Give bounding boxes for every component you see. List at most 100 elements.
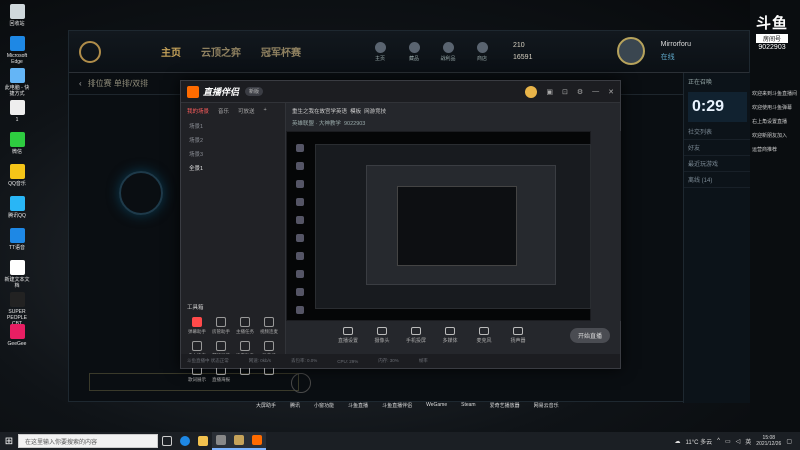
notification-icon[interactable]: ▢ <box>786 438 792 445</box>
ime-indicator[interactable]: 英 <box>745 437 751 446</box>
desktop-icon[interactable]: Microsoft Edge <box>3 36 31 65</box>
stream-title[interactable]: 重生之我在故宫学英语 <box>292 109 347 115</box>
add-scene-icon[interactable]: + <box>264 107 267 115</box>
phone-icon <box>411 326 421 335</box>
tool-label: 歌词展示 <box>188 377 206 382</box>
room-line: 英雄联盟 · 大神教学 <box>292 121 341 127</box>
scene-item-active[interactable]: 全景1 <box>181 161 285 175</box>
scene-item[interactable]: 场景2 <box>181 133 285 147</box>
lol-nav-home[interactable]: 主页 <box>369 41 391 62</box>
minimize-icon[interactable]: — <box>592 88 599 95</box>
shortcut-label[interactable]: 爱奇艺播放器 <box>490 402 520 409</box>
lol-taskbar-icon[interactable] <box>230 432 248 450</box>
desktop-icon[interactable]: 回收站 <box>3 4 31 27</box>
start-stream-button[interactable]: 开始直播 <box>569 327 610 343</box>
lol-nav-loot[interactable]: 战利品 <box>437 41 459 62</box>
desktop-icon[interactable]: 新建文本文档 <box>3 260 31 289</box>
desktop-icon[interactable]: QQ音乐 <box>3 164 31 187</box>
taskview-icon[interactable] <box>158 432 176 450</box>
stream-category[interactable]: 网游竞技 <box>364 109 386 115</box>
phone-cast-button[interactable]: 手机投屏 <box>404 326 428 344</box>
lol-user[interactable]: Mirrorforu 在线 <box>661 41 691 62</box>
toolbox-item[interactable]: 视频连麦 <box>257 317 281 335</box>
avatar[interactable] <box>525 85 538 98</box>
shortcut-label[interactable]: 小窗功能 <box>314 402 334 409</box>
windows-start-icon[interactable]: ⊞ <box>0 432 18 450</box>
queue-status-label: 正在召唤 <box>688 80 713 86</box>
desktop-icon[interactable]: 1 <box>3 100 31 123</box>
friends-row[interactable]: 好友 <box>684 140 751 156</box>
app-taskbar-icon[interactable] <box>212 432 230 450</box>
lol-nav-store[interactable]: 商店 <box>471 41 493 62</box>
chevron-up-icon[interactable]: ^ <box>717 438 720 444</box>
tool-label: 直播海报 <box>212 377 230 382</box>
desktop-icon[interactable]: 微信 <box>3 132 31 155</box>
desktop-icon-label: 新建文本文档 <box>4 277 30 289</box>
lol-logo-icon[interactable] <box>79 40 101 63</box>
stream-tag[interactable]: 模板 <box>350 109 361 115</box>
camera-button[interactable]: 摄像头 <box>370 326 394 344</box>
desktop-icon[interactable]: SUPER PEOPLE CBT <box>3 292 31 327</box>
tool-icon <box>192 341 202 351</box>
shortcut-label[interactable]: 斗鱼直播伴侣 <box>382 402 412 409</box>
tab-scenes[interactable]: 我的场景 <box>187 107 209 115</box>
be-currency: 210 <box>513 41 525 49</box>
weather-icon[interactable]: ☁ <box>675 438 681 445</box>
desktop-icon[interactable]: 此电脑 - 快捷方式 <box>3 68 31 97</box>
toolbox-item[interactable]: 房管助手 <box>209 317 233 335</box>
desktop-icon[interactable]: 腾讯QQ <box>3 196 31 219</box>
danmaku-message: 欢迎来到斗鱼直播间 <box>752 91 798 97</box>
folder-taskbar-icon[interactable] <box>194 432 212 450</box>
close-icon[interactable]: ✕ <box>608 88 614 96</box>
queue-orb <box>119 171 163 215</box>
shortcut-label[interactable]: WeGame <box>426 402 447 409</box>
shortcut-label[interactable]: 斗鱼直播 <box>348 402 368 409</box>
live-assistant-taskbar-icon[interactable] <box>248 432 266 450</box>
monitor-icon <box>343 326 353 335</box>
lock-icon[interactable]: ⊡ <box>562 88 568 96</box>
media-button[interactable]: 多媒体 <box>438 326 462 344</box>
tab-music[interactable]: 音乐 <box>218 107 229 115</box>
find-match-button[interactable] <box>291 373 311 393</box>
recent-row[interactable]: 最近玩游戏 <box>684 156 751 172</box>
stream-settings-button[interactable]: 直播设置 <box>336 326 360 344</box>
network-icon[interactable]: ▭ <box>725 438 731 445</box>
lol-social-panel: 正在召唤 0:29 社交列表 好友 最近玩游戏 离线 (14) <box>683 73 751 403</box>
lol-tab-tft[interactable]: 云顶之弈 <box>201 44 241 59</box>
offline-row[interactable]: 离线 (14) <box>684 172 751 188</box>
date: 2021/12/26 <box>756 441 782 447</box>
gift-icon[interactable]: ▣ <box>546 88 553 96</box>
tab-broadcast[interactable]: 可放送 <box>238 107 255 115</box>
shortcut-label[interactable]: 大屏助手 <box>256 402 276 409</box>
desktop-icon[interactable]: GeeGee <box>3 324 31 347</box>
memory-usage: 内存: 30% <box>378 358 399 363</box>
stream-preview[interactable] <box>286 131 591 321</box>
toolbox-item[interactable]: 主播任务 <box>233 317 257 335</box>
live-assistant-window: 直播伴侣 新版 ▣ ⊡ ⚙ — ✕ 我的场景 音乐 可放送 + 场景1 场景2 … <box>180 80 621 382</box>
settings-icon[interactable]: ⚙ <box>577 88 583 96</box>
desktop-icon[interactable]: TT语音 <box>3 228 31 251</box>
lol-tab-cup[interactable]: 冠军杯赛 <box>261 44 301 59</box>
lol-tab-home[interactable]: 主页 <box>161 44 181 59</box>
clock[interactable]: 15:08 2021/12/26 <box>756 435 781 447</box>
desktop-app-icon <box>9 36 25 51</box>
edge-taskbar-icon[interactable] <box>176 432 194 450</box>
back-arrow-icon[interactable]: ‹ <box>79 79 82 88</box>
weather-text[interactable]: 11°C 多云 <box>686 437 713 446</box>
toolbox-item[interactable]: 弹幕助手 <box>185 317 209 335</box>
scene-item[interactable]: 场景1 <box>181 119 285 133</box>
speaker-button[interactable]: 扬声器 <box>506 326 530 344</box>
room-label: 房间号 <box>756 34 788 43</box>
search-input[interactable]: 在这里输入你要搜索的内容 <box>18 434 158 448</box>
lol-nav-collection[interactable]: 藏品 <box>403 41 425 62</box>
volume-icon[interactable]: ◁ <box>736 438 741 445</box>
queue-timer: 0:29 <box>688 92 747 122</box>
microphone-button[interactable]: 麦克风 <box>472 326 496 344</box>
avatar[interactable] <box>617 37 645 65</box>
shortcut-label[interactable]: 腾讯 <box>290 402 300 409</box>
scene-item[interactable]: 场景3 <box>181 147 285 161</box>
shortcut-label[interactable]: 网易云音乐 <box>534 402 559 409</box>
home-icon <box>374 41 386 53</box>
shortcut-label[interactable]: Steam <box>461 402 475 409</box>
desktop-app-icon <box>9 100 25 115</box>
